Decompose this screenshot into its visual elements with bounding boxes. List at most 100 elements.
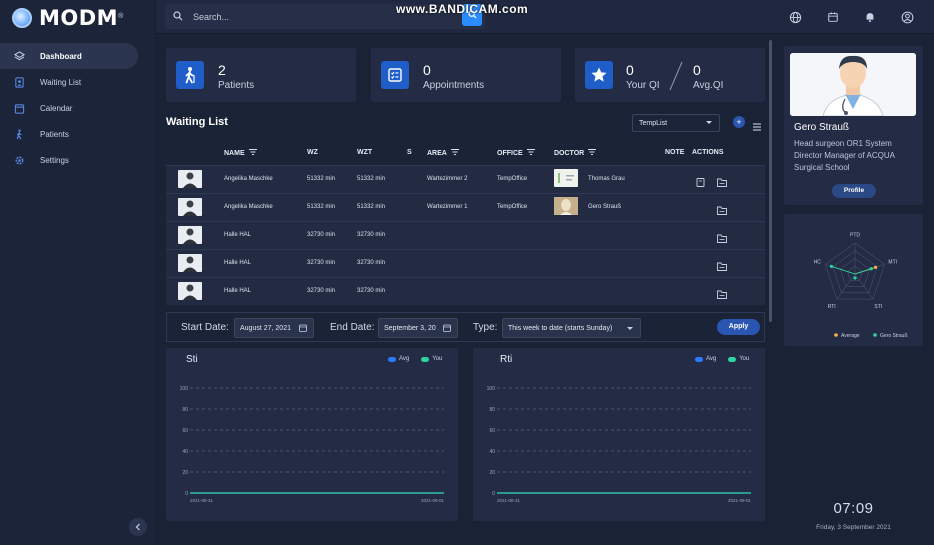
appointments-stat-card[interactable]: 0 Appointments — [371, 48, 561, 102]
cell-name: Angelika Maschke — [224, 204, 273, 210]
template-select[interactable]: TempList — [632, 114, 720, 132]
column-header-wzt[interactable]: WZT — [357, 149, 372, 156]
sidebar-item-patients[interactable]: Patients — [0, 121, 138, 147]
folder-icon[interactable] — [717, 286, 727, 299]
appointments-label: Appointments — [423, 80, 485, 91]
sidebar-item-label: Calendar — [40, 103, 73, 113]
list-menu-icon[interactable] — [753, 118, 761, 131]
folder-icon[interactable] — [717, 202, 727, 215]
radar-chart-card: PTD MTI STI RTI HC Average Gero Strauß — [784, 214, 923, 346]
cell-wz: 51332 min — [307, 204, 336, 210]
bell-icon[interactable] — [863, 10, 877, 24]
patients-stat-card[interactable]: 2 Patients — [166, 48, 356, 102]
sidebar-item-calendar[interactable]: Calendar — [0, 95, 138, 121]
sidebar-item-waiting-list[interactable]: Waiting List — [0, 69, 138, 95]
cell-wzt: 51332 min — [357, 176, 386, 182]
type-select-value: This week to date (starts Sunday) — [508, 324, 613, 332]
app-name: MODM — [39, 6, 119, 30]
checklist-icon — [381, 61, 409, 89]
waiting-list-title: Waiting List — [166, 116, 228, 128]
your-qi-value: 0 — [626, 62, 634, 78]
collapse-sidebar-button[interactable] — [129, 518, 147, 536]
cell-wzt: 32730 min — [357, 260, 386, 266]
main-scrollbar[interactable] — [769, 40, 772, 322]
sidebar-item-settings[interactable]: Settings — [0, 147, 138, 173]
profile-button[interactable]: Profile — [832, 184, 876, 198]
x-tick-label: 2021-09-01 — [728, 498, 752, 503]
patient-avatar — [178, 170, 202, 188]
start-date-value: August 27, 2021 — [240, 324, 291, 332]
folder-icon[interactable] — [717, 258, 727, 271]
app-logo[interactable]: MODM ® — [12, 6, 123, 30]
legend-label: Average — [841, 333, 860, 339]
patient-avatar — [178, 226, 202, 244]
end-date-picker[interactable]: September 3, 20 — [378, 318, 458, 338]
note-icon[interactable] — [696, 174, 705, 187]
legend-label: Gero Strauß — [880, 333, 908, 339]
radar-axis-label: MTI — [888, 260, 897, 266]
y-tick-label: 20 — [182, 470, 188, 476]
cell-wzt: 32730 min — [357, 288, 386, 294]
column-header-wz[interactable]: WZ — [307, 149, 318, 156]
top-bar: www.BANDICAM.com — [156, 0, 934, 34]
legend-swatch — [834, 333, 838, 337]
sidebar-item-label: Patients — [40, 129, 69, 139]
clock-date: Friday, 3 September 2021 — [816, 524, 891, 531]
cell-area: Wartezimmer 2 — [427, 176, 468, 182]
globe-icon[interactable] — [788, 10, 802, 24]
filter-icon — [450, 149, 459, 157]
avg-qi-label: Avg.QI — [693, 80, 724, 91]
y-tick-label: 100 — [180, 386, 189, 392]
radar-point — [853, 276, 857, 280]
end-date-value: September 3, 20 — [384, 324, 436, 332]
profile-card: Gero Strauß Head surgeon OR1 System Dire… — [784, 46, 923, 205]
folder-icon[interactable] — [717, 230, 727, 243]
calendar-icon — [443, 324, 451, 334]
gear-icon — [14, 155, 25, 166]
x-tick-label: 2021-09-01 — [421, 498, 445, 503]
calendar-icon — [14, 103, 25, 114]
column-header-doctor[interactable]: DOCTOR — [554, 149, 597, 157]
column-header-area[interactable]: AREA — [427, 149, 459, 157]
table-row[interactable]: Angelika Maschke 51332 min 51332 min War… — [166, 193, 765, 220]
folder-icon[interactable] — [717, 174, 727, 187]
caret-down-icon — [706, 121, 712, 124]
patients-label: Patients — [218, 80, 255, 91]
filter-icon — [248, 149, 257, 157]
y-tick-label: 20 — [489, 470, 495, 476]
layers-icon — [14, 50, 25, 62]
search-icon — [173, 8, 183, 26]
user-circle-icon[interactable] — [900, 10, 914, 24]
cell-wz: 51332 min — [307, 176, 336, 182]
column-header-name[interactable]: NAME — [224, 149, 257, 157]
sidebar-item-dashboard[interactable]: Dashboard — [0, 43, 138, 69]
qi-stat-card[interactable]: 0 Your QI / 0 Avg.QI — [575, 48, 765, 102]
y-tick-label: 80 — [489, 407, 495, 413]
y-tick-label: 60 — [182, 428, 188, 434]
calendar-icon[interactable] — [826, 10, 840, 24]
cell-doctor: Thomas Grau — [588, 176, 625, 182]
column-header-note[interactable]: NOTE — [665, 149, 684, 156]
waiting-list-table: NAME WZ WZT S AREA OFFICE DOCTOR NOTE AC… — [166, 141, 765, 305]
column-header-actions: ACTIONS — [692, 149, 724, 156]
table-row[interactable]: Halle HAL 32730 min 32730 min — [166, 221, 765, 248]
doctor-description: Head surgeon OR1 System Director Manager… — [794, 139, 895, 172]
add-button[interactable]: + — [733, 116, 745, 128]
sti-chart-card: Sti Avg You 0 20 40 60 80 100 2021-08-31 2021-0… — [166, 348, 458, 521]
cell-office: TempOffice — [497, 204, 528, 210]
type-select[interactable]: This week to date (starts Sunday) — [502, 318, 641, 338]
table-row[interactable]: Halle HAL 32730 min 32730 min — [166, 277, 765, 304]
x-tick-label: 2021-08-31 — [497, 498, 521, 503]
column-header-s[interactable]: S — [407, 149, 412, 156]
sidebar-item-label: Dashboard — [40, 51, 82, 61]
column-header-office[interactable]: OFFICE — [497, 149, 535, 157]
y-tick-label: 100 — [487, 386, 496, 392]
table-row[interactable]: Halle HAL 32730 min 32730 min — [166, 249, 765, 276]
start-date-picker[interactable]: August 27, 2021 — [234, 318, 314, 338]
apply-button[interactable]: Apply — [717, 319, 760, 335]
cell-office: TempOffice — [497, 176, 528, 182]
chevron-left-icon — [134, 518, 142, 536]
table-row[interactable]: Angelika Maschke 51332 min 51332 min War… — [166, 165, 765, 192]
radar-axis-label: STI — [874, 304, 882, 310]
doctor-name: Gero Strauß — [794, 122, 850, 133]
